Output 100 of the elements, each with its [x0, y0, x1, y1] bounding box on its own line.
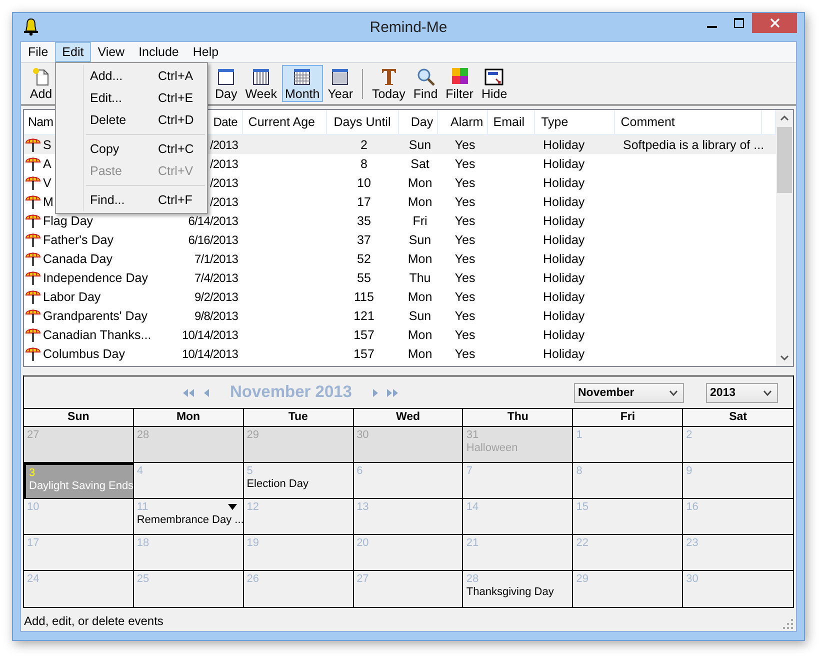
calendar-event[interactable]: Election Day	[246, 478, 350, 490]
bell-icon	[23, 18, 39, 36]
table-cell-text: Yes	[454, 138, 476, 152]
table-cell-text: Mon	[406, 328, 434, 342]
menu-item[interactable]: View	[90, 42, 132, 62]
day-number: 20	[356, 537, 369, 549]
table-cell-text: /2013	[208, 156, 239, 170]
table-cell-text: Yes	[454, 252, 476, 266]
table-cell: Columbus Day	[43, 346, 125, 360]
day-number: 9	[686, 465, 692, 477]
scrollbar[interactable]	[776, 110, 793, 366]
day-number: 27	[27, 429, 40, 441]
day-cell[interactable]: 11 Remembrance Day ...	[134, 499, 244, 535]
day-number: 28	[136, 429, 150, 441]
menu-item[interactable]: Help	[186, 42, 226, 62]
table-cell-text: 157	[352, 346, 376, 360]
table-cell-text: /2013	[208, 176, 239, 190]
table-cell-text: 7/1/2013	[193, 252, 239, 266]
toolbar-button[interactable]: Add	[24, 65, 58, 102]
toolbar-button[interactable]: Year	[324, 65, 356, 102]
table-cell-text: 9/8/2013	[193, 308, 239, 322]
umbrella-icon	[25, 174, 41, 191]
menu-item[interactable]: Edit... Ctrl+E	[56, 87, 207, 109]
menu-item[interactable]: Include	[132, 42, 186, 62]
table-cell: M	[43, 194, 54, 208]
table-cell-text: 55	[356, 270, 372, 284]
table-cell-text: Yes	[454, 290, 476, 304]
maximize-icon	[734, 18, 744, 28]
table-cell-text: Holiday	[542, 290, 586, 304]
table-cell-text: 8	[360, 156, 368, 170]
table-cell-text: Sat	[410, 156, 430, 170]
menu-item[interactable]: Copy Ctrl+C	[56, 138, 207, 160]
day-number: 5	[246, 465, 253, 477]
column-header[interactable]: Day	[398, 110, 438, 134]
table-cell-text: Fri	[412, 214, 428, 228]
table-cell-text: Yes	[454, 176, 476, 190]
table-cell-text: 17	[356, 194, 372, 208]
table-cell: V	[43, 176, 52, 190]
year-dropdown[interactable]: 2013	[706, 382, 778, 402]
table-cell: Canadian Thanks...	[43, 328, 152, 342]
day-number: 23	[686, 537, 698, 549]
day-number: 19	[246, 537, 259, 549]
month-title: November 2013	[230, 383, 352, 402]
table-cell-text: Yes	[454, 194, 476, 208]
table-cell-text: Yes	[454, 346, 476, 360]
status-text: Add, edit, or delete events	[24, 614, 164, 628]
table-cell-text: 52	[356, 252, 372, 266]
toolbar-button[interactable]: Day	[212, 65, 240, 102]
toolbar-button[interactable]: Today	[368, 65, 408, 102]
menu-item[interactable]: Find... Ctrl+F	[56, 189, 207, 211]
first-arrow-icon[interactable]	[182, 388, 196, 398]
day-number: 18	[136, 537, 150, 549]
resize-grip-icon[interactable]	[783, 619, 793, 629]
toolbar-button[interactable]: Find	[410, 65, 441, 102]
table-cell-text: Mon	[406, 194, 434, 208]
table-cell-text: 2	[360, 138, 368, 152]
day-cell[interactable]: 28 Thanksgiving Day	[463, 571, 574, 607]
day-number: 12	[246, 501, 259, 513]
column-header[interactable]: Alarm	[438, 110, 488, 134]
weekday-header: Sun	[24, 409, 134, 427]
table-cell-text: Yes	[454, 270, 476, 284]
table-cell-text: Holiday	[542, 214, 586, 228]
calendar-event[interactable]: Thanksgiving Day	[466, 586, 570, 598]
menu-item[interactable]: Add... Ctrl+A	[56, 65, 207, 87]
table-cell-text: Yes	[454, 328, 476, 342]
column-header[interactable]: Current Age	[243, 110, 327, 134]
day-cell[interactable]: 5 Election Day	[244, 463, 354, 499]
table-cell-text: Holiday	[542, 176, 586, 190]
next-arrow-icon[interactable]	[372, 388, 379, 398]
previous-arrow-icon[interactable]	[203, 388, 210, 398]
table-cell-text: Sun	[408, 138, 432, 152]
toolbar-button[interactable]: Week	[242, 65, 280, 102]
day-number: 4	[136, 465, 143, 477]
scrollbar-thumb[interactable]	[777, 127, 792, 193]
column-header[interactable]: Comment	[614, 110, 762, 134]
last-arrow-icon[interactable]	[386, 388, 400, 398]
column-header[interactable]: Email	[488, 110, 536, 134]
table-cell-text: 10	[356, 176, 372, 190]
day-number: 26	[246, 573, 259, 585]
toolbar-button[interactable]: Filter	[442, 65, 476, 102]
day-number: 29	[576, 573, 589, 585]
dropdown-triangle-icon[interactable]	[228, 504, 237, 510]
umbrella-icon	[25, 155, 41, 172]
day-number: 1	[576, 429, 582, 441]
month-dropdown[interactable]: November	[574, 382, 684, 402]
table-cell: Labor Day	[43, 290, 101, 304]
day-number: 24	[27, 573, 40, 585]
table-cell-text: Holiday	[542, 232, 586, 246]
toolbar-button[interactable]: Hide	[478, 65, 510, 102]
close-button[interactable]	[752, 13, 797, 33]
menu-item[interactable]: File	[21, 42, 56, 62]
column-header[interactable]: Type	[535, 110, 615, 134]
menu-item[interactable]: Edit	[55, 42, 91, 62]
column-header[interactable]: Days Until	[326, 110, 399, 134]
table-cell-text: Holiday	[542, 252, 586, 266]
day-number: 10	[27, 501, 40, 513]
toolbar-button[interactable]: Month	[282, 65, 323, 102]
day-number: 8	[576, 465, 582, 477]
weekday-header: Mon	[134, 409, 244, 427]
table-cell: Canada Day	[43, 252, 112, 266]
